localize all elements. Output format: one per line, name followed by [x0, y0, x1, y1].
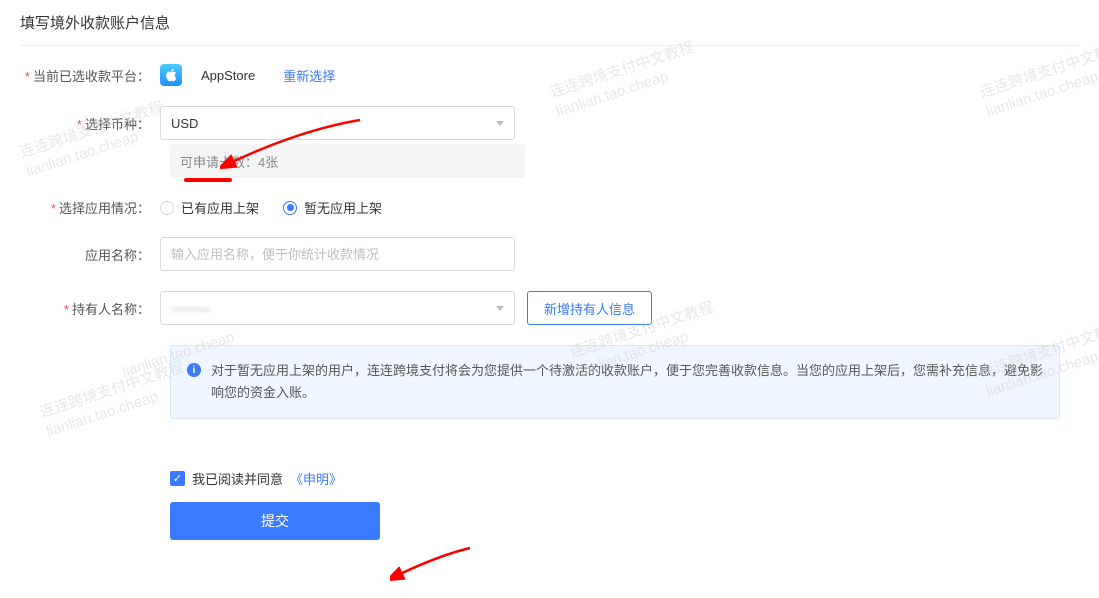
holder-select[interactable]: ———: [160, 291, 515, 325]
card-quota-info: 可申请卡数：4张: [170, 144, 525, 178]
platform-label: 当前已选收款平台：: [20, 66, 160, 85]
app-name-row: 应用名称：: [0, 237, 1099, 271]
submit-button[interactable]: 提交: [170, 502, 380, 540]
reselect-link[interactable]: 重新选择: [283, 66, 335, 85]
page-title: 填写境外收款账户信息: [0, 0, 1099, 45]
holder-value-blurred: ———: [171, 301, 210, 316]
currency-row: 选择币种： USD: [0, 106, 1099, 140]
info-icon: i: [187, 363, 201, 377]
radio-has-app[interactable]: 已有应用上架: [160, 198, 259, 217]
annotation-underline: [184, 178, 232, 182]
app-name-input[interactable]: [160, 237, 515, 271]
app-status-label: 选择应用情况：: [20, 198, 160, 217]
radio-has-app-label: 已有应用上架: [181, 198, 259, 217]
platform-row: 当前已选收款平台： AppStore 重新选择: [0, 64, 1099, 86]
declaration-link[interactable]: 《申明》: [290, 469, 342, 488]
currency-value: USD: [171, 116, 198, 131]
currency-select[interactable]: USD: [160, 106, 515, 140]
holder-row: 持有人名称： ——— 新增持有人信息: [0, 291, 1099, 325]
notice-box: i 对于暂无应用上架的用户，连连跨境支付将会为您提供一个待激活的收款账户，便于您…: [170, 345, 1060, 419]
add-holder-button[interactable]: 新增持有人信息: [527, 291, 652, 325]
holder-label: 持有人名称：: [20, 299, 160, 318]
divider: [20, 45, 1079, 46]
radio-no-app-label: 暂无应用上架: [304, 198, 382, 217]
platform-name: AppStore: [201, 68, 255, 83]
agree-checkbox[interactable]: ✓: [170, 471, 185, 486]
agreement-row: ✓ 我已阅读并同意 《申明》: [170, 469, 1099, 488]
radio-no-app[interactable]: 暂无应用上架: [283, 198, 382, 217]
chevron-down-icon: [496, 306, 504, 311]
app-status-row: 选择应用情况： 已有应用上架 暂无应用上架: [0, 198, 1099, 217]
annotation-arrow: [390, 545, 480, 585]
appstore-icon: [160, 64, 182, 86]
agree-text: 我已阅读并同意: [192, 469, 283, 488]
radio-icon: [160, 201, 174, 215]
app-name-label: 应用名称：: [20, 245, 160, 264]
notice-text: 对于暂无应用上架的用户，连连跨境支付将会为您提供一个待激活的收款账户，便于您完善…: [211, 360, 1043, 404]
currency-label: 选择币种：: [20, 114, 160, 133]
radio-icon-checked: [283, 201, 297, 215]
chevron-down-icon: [496, 121, 504, 126]
